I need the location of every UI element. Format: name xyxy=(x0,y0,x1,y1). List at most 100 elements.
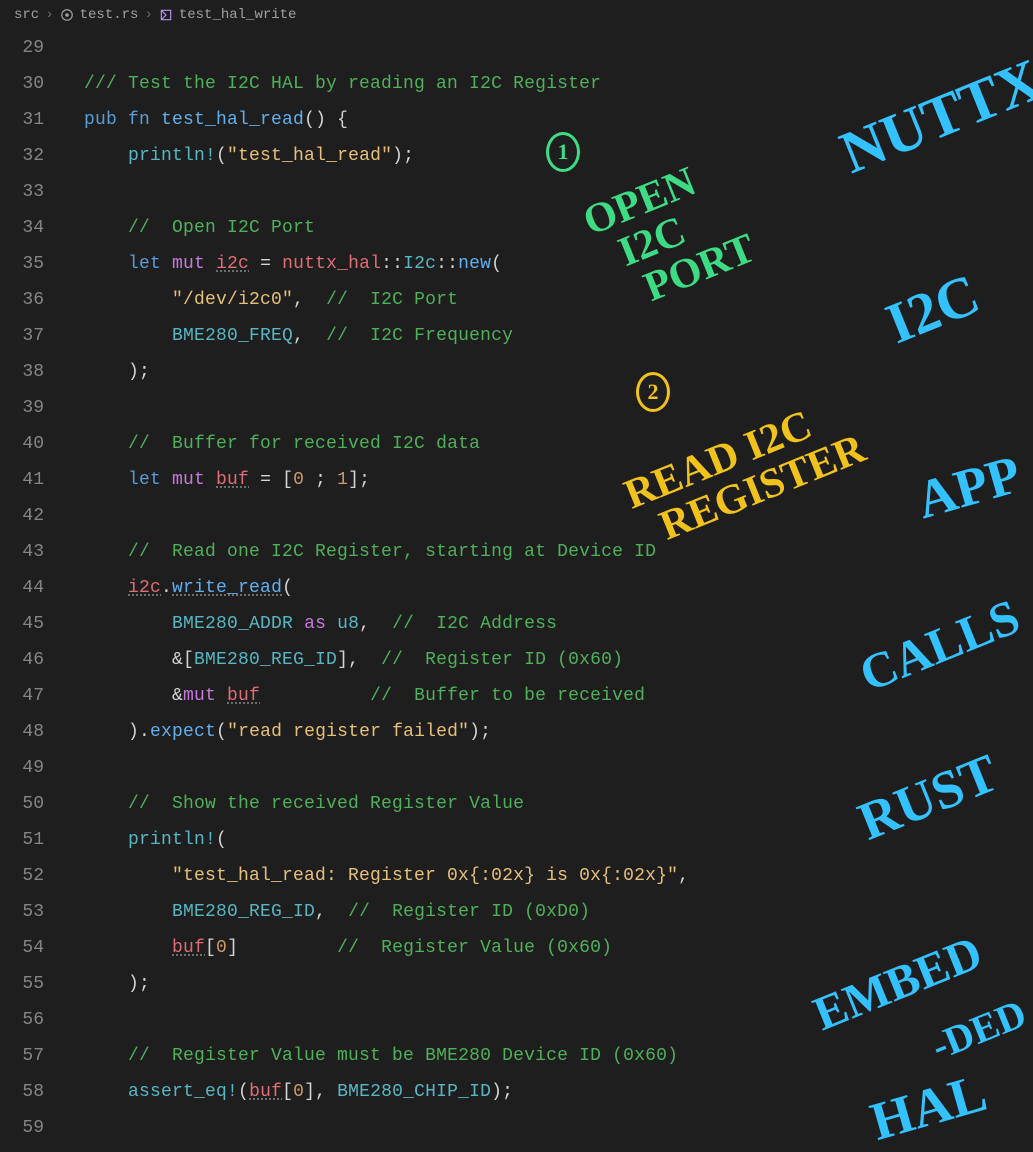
breadcrumb-file[interactable]: test.rs xyxy=(80,7,139,23)
code-content[interactable]: i2c.write_read( xyxy=(58,578,293,598)
code-line[interactable]: 29 xyxy=(0,30,1033,66)
code-line[interactable]: 33 xyxy=(0,174,1033,210)
code-line[interactable]: 35 let mut i2c = nuttx_hal::I2c::new( xyxy=(0,246,1033,282)
code-token: = [ xyxy=(249,470,293,490)
code-content[interactable]: &mut buf // Buffer to be received xyxy=(58,686,645,706)
code-content[interactable]: BME280_REG_ID, // Register ID (0xD0) xyxy=(58,902,590,922)
code-content[interactable]: assert_eq!(buf[0], BME280_CHIP_ID); xyxy=(58,1082,513,1102)
code-content[interactable]: println!("test_hal_read"); xyxy=(58,146,414,166)
code-line[interactable]: 59 xyxy=(0,1110,1033,1146)
code-token: 0 xyxy=(216,938,227,958)
code-token: () { xyxy=(304,110,348,130)
code-content[interactable]: &[BME280_REG_ID], // Register ID (0x60) xyxy=(58,650,623,670)
code-token: . xyxy=(161,578,172,598)
code-line[interactable]: 51 println!( xyxy=(0,822,1033,858)
code-content[interactable]: let mut buf = [0 ; 1]; xyxy=(58,470,370,490)
code-token: ], xyxy=(304,1082,337,1102)
code-line[interactable]: 50 // Show the received Register Value xyxy=(0,786,1033,822)
code-token: "test_hal_read" xyxy=(227,146,392,166)
breadcrumb-folder[interactable]: src xyxy=(14,7,39,23)
code-content[interactable]: let mut i2c = nuttx_hal::I2c::new( xyxy=(58,254,502,274)
code-content[interactable] xyxy=(58,1118,128,1138)
code-token: u8 xyxy=(337,614,359,634)
code-line[interactable]: 41 let mut buf = [0 ; 1]; xyxy=(0,462,1033,498)
code-line[interactable]: 52 "test_hal_read: Register 0x{:02x} is … xyxy=(0,858,1033,894)
code-line[interactable]: 45 BME280_ADDR as u8, // I2C Address xyxy=(0,606,1033,642)
line-number: 46 xyxy=(0,650,58,670)
code-token: // I2C Address xyxy=(392,614,557,634)
code-line[interactable]: 58 assert_eq!(buf[0], BME280_CHIP_ID); xyxy=(0,1074,1033,1110)
annotation-circle-2: 2 xyxy=(636,372,670,412)
code-line[interactable]: 37 BME280_FREQ, // I2C Frequency xyxy=(0,318,1033,354)
code-content[interactable] xyxy=(58,506,128,526)
code-line[interactable]: 43 // Read one I2C Register, starting at… xyxy=(0,534,1033,570)
code-token: buf xyxy=(172,938,205,958)
code-line[interactable]: 54 buf[0] // Register Value (0x60) xyxy=(0,930,1033,966)
code-line[interactable]: 46 &[BME280_REG_ID], // Register ID (0x6… xyxy=(0,642,1033,678)
code-line[interactable]: 55 ); xyxy=(0,966,1033,1002)
code-line[interactable]: 44 i2c.write_read( xyxy=(0,570,1033,606)
code-line[interactable]: 53 BME280_REG_ID, // Register ID (0xD0) xyxy=(0,894,1033,930)
code-token: ( xyxy=(238,1082,249,1102)
code-line[interactable]: 40 // Buffer for received I2C data xyxy=(0,426,1033,462)
line-number: 40 xyxy=(0,434,58,454)
code-content[interactable]: BME280_ADDR as u8, // I2C Address xyxy=(58,614,557,634)
code-line[interactable]: 34 // Open I2C Port xyxy=(0,210,1033,246)
code-content[interactable]: ).expect("read register failed"); xyxy=(58,722,491,742)
code-token: ); xyxy=(469,722,491,742)
code-content[interactable]: // Show the received Register Value xyxy=(58,794,524,814)
line-number: 33 xyxy=(0,182,58,202)
breadcrumb-symbol[interactable]: test_hal_write xyxy=(179,7,297,23)
code-content[interactable]: // Buffer for received I2C data xyxy=(58,434,480,454)
code-content[interactable]: pub fn test_hal_read() { xyxy=(58,110,348,130)
code-line[interactable]: 49 xyxy=(0,750,1033,786)
code-editor[interactable]: 2930/// Test the I2C HAL by reading an I… xyxy=(0,30,1033,1146)
code-token: , xyxy=(293,326,326,346)
code-token: ( xyxy=(491,254,502,274)
code-content[interactable] xyxy=(58,758,128,778)
code-token: i2c xyxy=(216,254,249,274)
code-line[interactable]: 56 xyxy=(0,1002,1033,1038)
code-token: ( xyxy=(282,578,293,598)
line-number: 53 xyxy=(0,902,58,922)
breadcrumb[interactable]: src › test.rs › test_hal_write xyxy=(0,0,1033,30)
code-token: as xyxy=(304,614,326,634)
code-line[interactable]: 31pub fn test_hal_read() { xyxy=(0,102,1033,138)
code-content[interactable] xyxy=(58,1010,128,1030)
code-line[interactable]: 36 "/dev/i2c0", // I2C Port xyxy=(0,282,1033,318)
line-number: 52 xyxy=(0,866,58,886)
code-token: ( xyxy=(216,722,227,742)
code-token: [ xyxy=(282,1082,293,1102)
code-line[interactable]: 39 xyxy=(0,390,1033,426)
code-content[interactable]: println!( xyxy=(58,830,227,850)
code-content[interactable]: ); xyxy=(58,362,150,382)
code-content[interactable]: BME280_FREQ, // I2C Frequency xyxy=(58,326,513,346)
code-line[interactable]: 30/// Test the I2C HAL by reading an I2C… xyxy=(0,66,1033,102)
code-token: // Register Value must be BME280 Device … xyxy=(128,1046,678,1066)
line-number: 55 xyxy=(0,974,58,994)
code-token: , xyxy=(359,614,392,634)
code-content[interactable]: "/dev/i2c0", // I2C Port xyxy=(58,290,458,310)
code-line[interactable]: 32 println!("test_hal_read"); xyxy=(0,138,1033,174)
code-content[interactable]: /// Test the I2C HAL by reading an I2C R… xyxy=(58,74,601,94)
code-content[interactable]: ); xyxy=(58,974,150,994)
code-line[interactable]: 47 &mut buf // Buffer to be received xyxy=(0,678,1033,714)
code-token: BME280_CHIP_ID xyxy=(337,1082,491,1102)
code-content[interactable]: buf[0] // Register Value (0x60) xyxy=(58,938,612,958)
code-content[interactable]: "test_hal_read: Register 0x{:02x} is 0x{… xyxy=(58,866,689,886)
code-line[interactable]: 38 ); xyxy=(0,354,1033,390)
line-number: 34 xyxy=(0,218,58,238)
code-content[interactable] xyxy=(58,398,128,418)
code-content[interactable]: // Open I2C Port xyxy=(58,218,315,238)
code-token: // I2C Port xyxy=(326,290,458,310)
line-number: 38 xyxy=(0,362,58,382)
code-token: I2c xyxy=(403,254,436,274)
line-number: 56 xyxy=(0,1010,58,1030)
code-line[interactable]: 48 ).expect("read register failed"); xyxy=(0,714,1033,750)
code-content[interactable]: // Register Value must be BME280 Device … xyxy=(58,1046,678,1066)
code-line[interactable]: 42 xyxy=(0,498,1033,534)
code-content[interactable]: // Read one I2C Register, starting at De… xyxy=(58,542,656,562)
code-content[interactable] xyxy=(58,182,128,202)
code-line[interactable]: 57 // Register Value must be BME280 Devi… xyxy=(0,1038,1033,1074)
code-token: BME280_REG_ID xyxy=(172,902,315,922)
